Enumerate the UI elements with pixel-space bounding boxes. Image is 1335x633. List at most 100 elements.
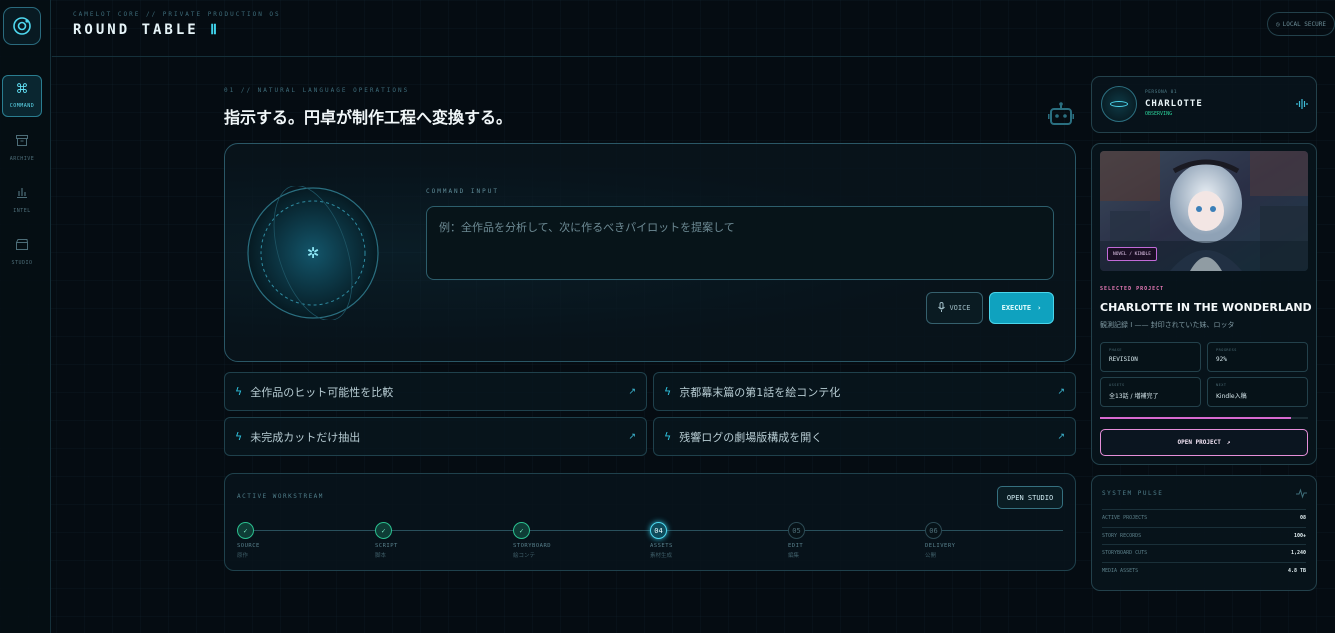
chevron-right-icon: › (1037, 304, 1042, 312)
stat-key: PHASE (1109, 348, 1123, 352)
step-label: STORYBOARD (513, 543, 552, 549)
pulse-row: STORYBOARD CUTS 1,240 (1102, 544, 1306, 561)
suggestion-label: 全作品のヒット可能性を比較 (250, 385, 394, 399)
step-marker: 05 (788, 522, 805, 539)
pulse-value: 1,240 (1290, 550, 1306, 556)
command-icon: ⌘ (15, 82, 29, 97)
arrow-up-right-icon: ↗ (1226, 439, 1231, 446)
workstream-step-edit[interactable]: 05 EDIT 編集 (788, 522, 868, 559)
pulse-row: STORY RECORDS 100+ (1102, 527, 1306, 544)
project-title: CHARLOTTE IN THE WONDERLAND (1100, 301, 1312, 314)
sidebar-item-intel[interactable]: INTEL (2, 179, 42, 221)
bolt-icon: ϟ (664, 385, 672, 398)
sidebar-item-label: INTEL (13, 207, 31, 214)
step-marker: 06 (925, 522, 942, 539)
step-marker: ✓ (237, 522, 254, 539)
clapperboard-icon (16, 238, 28, 254)
pulse-row: MEDIA ASSETS 4.8 TB (1102, 562, 1306, 579)
ai-orb: ✲ (247, 186, 379, 320)
pulse-key: ACTIVE PROJECTS (1102, 515, 1148, 521)
microphone-icon (938, 302, 946, 314)
bolt-icon: ϟ (235, 385, 243, 398)
activity-icon (1296, 488, 1307, 499)
robot-icon (1048, 102, 1074, 125)
bolt-icon: ϟ (235, 430, 243, 443)
stat-value: 全13話 / 増補完了 (1109, 393, 1159, 400)
app-title-numeral: Ⅱ (210, 22, 221, 38)
suggestion-button[interactable]: ϟ 全作品のヒット可能性を比較 ↗ (224, 372, 647, 411)
open-project-label: OPEN PROJECT (1177, 439, 1221, 446)
step-label: SOURCE (237, 543, 260, 549)
suggestion-button[interactable]: ϟ 残響ログの劇場版構成を開く ↗ (653, 417, 1076, 456)
open-project-button[interactable]: OPEN PROJECT ↗ (1100, 429, 1308, 456)
sidebar-item-archive[interactable]: ARCHIVE (2, 127, 42, 169)
section-kicker: 01 // NATURAL LANGUAGE OPERATIONS (224, 87, 410, 94)
voice-button[interactable]: VOICE (926, 292, 983, 324)
project-stat-next: NEXT Kindle入稿 (1207, 377, 1308, 407)
companion-name: CHARLOTTE (1145, 99, 1203, 109)
project-tag: NOVEL / KINDLE (1107, 247, 1157, 261)
pulse-key: STORY RECORDS (1102, 533, 1142, 539)
project-description: 観測記録 I —— 封印されていた妹、ロッタ (1100, 321, 1235, 329)
page-title: 指示する。円卓が制作工程へ変換する。 (224, 108, 513, 127)
workstream-label: ACTIVE WORKSTREAM (237, 493, 324, 500)
stat-value: REVISION (1109, 356, 1138, 363)
arrow-up-right-icon: ↗ (628, 431, 636, 442)
companion-subtitle: PERSONA 01 (1145, 90, 1178, 95)
project-progress-bar (1100, 417, 1308, 419)
app-title-text: ROUND TABLE (73, 22, 199, 38)
execute-button[interactable]: EXECUTE › (989, 292, 1054, 324)
stat-key: NEXT (1216, 383, 1227, 387)
suggestion-button[interactable]: ϟ 京都幕末篇の第1話を絵コンテ化 ↗ (653, 372, 1076, 411)
stat-key: PROGRESS (1216, 348, 1237, 352)
workstream-step-assets[interactable]: 04 ASSETS 素材生成 (650, 522, 730, 559)
step-label: SCRIPT (375, 543, 398, 549)
step-label-ja: 絵コンテ (513, 553, 536, 559)
arrow-up-right-icon: ↗ (1057, 431, 1065, 442)
workstream-step-delivery[interactable]: 06 DELIVERY 公開 (925, 522, 1005, 559)
audio-wave-icon (1296, 99, 1308, 109)
suggestion-label: 京都幕末篇の第1話を絵コンテ化 (679, 385, 841, 399)
sidebar-item-command[interactable]: ⌘ COMMAND (2, 75, 42, 117)
suggestion-label: 未完成カットだけ抽出 (250, 430, 361, 444)
pulse-value: 08 (1299, 515, 1306, 521)
bolt-icon: ϟ (664, 430, 672, 443)
sidebar-item-label: STUDIO (11, 259, 33, 266)
ring-icon (1110, 101, 1128, 107)
step-label-ja: 公開 (925, 553, 937, 559)
open-studio-button[interactable]: OPEN STUDIO (997, 486, 1063, 509)
project-stat-assets: ASSETS 全13話 / 増補完了 (1100, 377, 1201, 407)
suggestion-button[interactable]: ϟ 未完成カットだけ抽出 ↗ (224, 417, 647, 456)
command-input-label: COMMAND INPUT (426, 188, 499, 195)
system-pulse-title: SYSTEM PULSE (1102, 490, 1164, 497)
step-label: EDIT (788, 543, 804, 549)
logo[interactable] (3, 7, 41, 45)
workstream-step-storyboard[interactable]: ✓ STORYBOARD 絵コンテ (513, 522, 593, 559)
step-label: ASSETS (650, 543, 673, 549)
pulse-value: 4.8 TB (1287, 568, 1306, 574)
archive-icon (16, 134, 28, 150)
chart-icon (16, 187, 28, 202)
execute-button-label: EXECUTE (1001, 304, 1032, 312)
command-input[interactable] (426, 206, 1054, 280)
header (52, 0, 1335, 57)
companion-status: OBSERVING (1145, 111, 1173, 117)
clock-icon: ◷ (1276, 20, 1280, 28)
step-label-ja: 編集 (788, 553, 800, 559)
project-stat-progress: PROGRESS 92% (1207, 342, 1308, 372)
selected-project-label: SELECTED PROJECT (1100, 286, 1165, 292)
workstream-step-script[interactable]: ✓ SCRIPT 脚本 (375, 522, 455, 559)
suggestion-label: 残響ログの劇場版構成を開く (679, 430, 823, 444)
step-marker: ✓ (513, 522, 530, 539)
pulse-key: MEDIA ASSETS (1102, 568, 1139, 574)
local-secure-badge[interactable]: ◷ LOCAL SECURE (1267, 12, 1335, 36)
sidebar-item-studio[interactable]: STUDIO (2, 231, 42, 273)
project-progress-fill (1100, 417, 1292, 419)
logo-icon (13, 17, 31, 35)
stat-value: 92% (1216, 356, 1227, 363)
app-title: ROUND TABLE Ⅱ (73, 22, 220, 38)
step-label-ja: 素材生成 (650, 553, 673, 559)
sidebar-item-label: ARCHIVE (9, 155, 35, 162)
companion-avatar (1101, 86, 1137, 122)
workstream-step-source[interactable]: ✓ SOURCE 原作 (237, 522, 317, 559)
